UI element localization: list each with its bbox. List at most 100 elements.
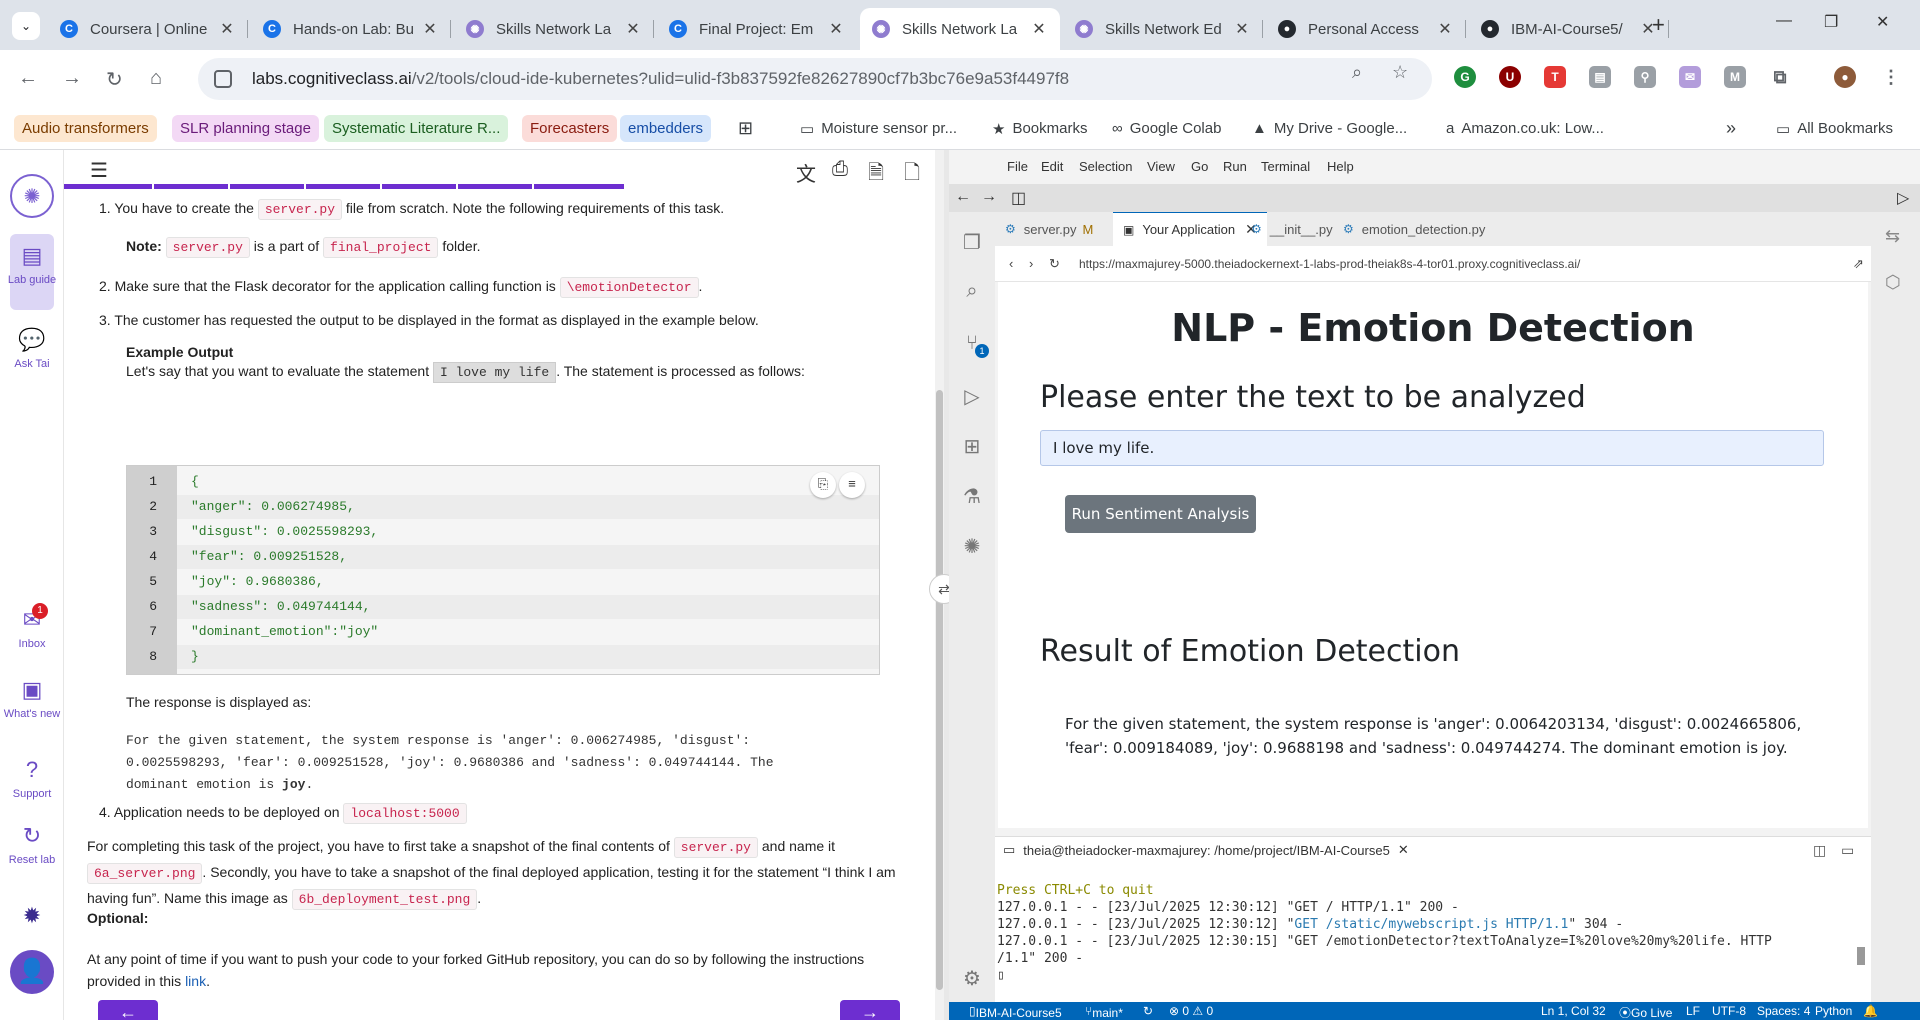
- more-bookmarks-icon[interactable]: »: [1718, 115, 1744, 142]
- ask-tai-button[interactable]: 💬 Ask Tai: [0, 326, 64, 371]
- preview-reload-icon[interactable]: ↻: [1049, 256, 1060, 272]
- translate-icon[interactable]: 文: [796, 158, 816, 187]
- scroll-thumb[interactable]: [936, 390, 943, 990]
- extension-icon[interactable]: M: [1724, 66, 1746, 88]
- terminal-tab[interactable]: ▭ theia@theiadocker-maxmajurey: /home/pr…: [995, 837, 1409, 863]
- indent-status[interactable]: Spaces: 4: [1757, 1004, 1810, 1018]
- grammarly-extension-icon[interactable]: G: [1454, 66, 1476, 88]
- terminal-output[interactable]: Press CTRL+C to quit 127.0.0.1 - - [23/J…: [995, 865, 1871, 984]
- extensions-puzzle-icon[interactable]: ⧉: [1769, 66, 1791, 88]
- eol-status[interactable]: LF: [1686, 1004, 1700, 1018]
- bookmark[interactable]: ★ Bookmarks: [984, 115, 1095, 142]
- browser-tab[interactable]: ✺ Skills Network Ed ✕: [1063, 8, 1263, 50]
- close-terminal-icon[interactable]: ✕: [1398, 842, 1409, 858]
- split-terminal-icon[interactable]: ◫: [1813, 842, 1826, 859]
- next-page-button[interactable]: →: [840, 1000, 900, 1020]
- settings-gear-icon[interactable]: ⚙: [959, 966, 985, 991]
- notifications-icon[interactable]: 🔔: [1863, 1004, 1878, 1018]
- browser-tab[interactable]: ✺ Skills Network La ✕: [860, 8, 1060, 50]
- close-tab-icon[interactable]: ✕: [421, 19, 439, 39]
- bookmark-group[interactable]: SLR planning stage: [172, 115, 319, 142]
- tab-emotion-detection-py[interactable]: ⚙ emotion_detection.py: [1333, 212, 1495, 246]
- home-icon[interactable]: ⌂: [150, 67, 162, 90]
- forward-icon[interactable]: →: [981, 188, 997, 206]
- menu-file[interactable]: File: [1007, 159, 1028, 174]
- print-icon[interactable]: ⎙: [832, 158, 848, 181]
- search-icon[interactable]: ⌕: [959, 280, 985, 303]
- maximize-panel-icon[interactable]: ▭: [1841, 842, 1854, 859]
- site-info-icon[interactable]: [214, 70, 232, 88]
- tab-server-py[interactable]: ⚙ server.py M: [995, 212, 1103, 246]
- menu-edit[interactable]: Edit: [1041, 159, 1063, 174]
- branch-status[interactable]: ⑂ main*: [1085, 1004, 1123, 1020]
- bookmark[interactable]: ▭ Moisture sensor pr...: [792, 115, 965, 142]
- cursor-position[interactable]: Ln 1, Col 32: [1541, 1004, 1606, 1018]
- user-avatar[interactable]: 👤: [10, 950, 54, 994]
- profile-avatar[interactable]: ●: [1834, 66, 1856, 88]
- lab-guide-button[interactable]: ▤ Lab guide: [0, 242, 64, 287]
- browser-tab[interactable]: C Final Project: Em ✕: [657, 8, 857, 50]
- open-external-icon[interactable]: ⇗: [1853, 256, 1864, 272]
- add-file-icon[interactable]: 🗎: [868, 158, 884, 192]
- back-icon[interactable]: ←: [955, 188, 971, 206]
- whats-new-button[interactable]: ▣ What's new: [0, 676, 64, 721]
- preview-back-icon[interactable]: ‹: [1009, 256, 1013, 271]
- toggle-sidebar-icon[interactable]: ◫: [1011, 188, 1026, 208]
- close-tab-icon[interactable]: ✕: [1233, 19, 1251, 39]
- browser-tab[interactable]: ✺ Skills Network La ✕: [454, 8, 654, 50]
- forward-icon[interactable]: →: [62, 67, 82, 90]
- close-window-icon[interactable]: ✕: [1876, 12, 1889, 32]
- bookmark-star-icon[interactable]: ☆: [1392, 62, 1408, 83]
- previous-page-button[interactable]: ←: [98, 1000, 158, 1020]
- close-tab-icon[interactable]: ✕: [1436, 19, 1454, 39]
- bookmark-group[interactable]: embedders: [620, 115, 712, 142]
- toggle-panel-icon[interactable]: ▷: [1897, 188, 1909, 208]
- text-to-analyze-input[interactable]: I love my life.: [1040, 430, 1824, 466]
- preview-url[interactable]: https://maxmajurey-5000.theiadockernext-…: [1079, 257, 1580, 271]
- outline-icon[interactable]: ⇆: [1885, 226, 1900, 247]
- run-sentiment-analysis-button[interactable]: Run Sentiment Analysis: [1065, 495, 1256, 533]
- preview-forward-icon[interactable]: ›: [1029, 256, 1033, 271]
- hex-icon[interactable]: ⬡: [1885, 272, 1901, 293]
- explorer-icon[interactable]: ❐: [959, 230, 985, 255]
- bookmark[interactable]: ∞ Google Colab: [1104, 115, 1229, 142]
- bookmark-group[interactable]: Audio transformers: [14, 115, 157, 142]
- close-tab-icon[interactable]: ✕: [624, 19, 642, 39]
- close-tab-icon[interactable]: ✕: [827, 19, 845, 39]
- copy-code-icon[interactable]: ⎘: [810, 472, 836, 498]
- menu-view[interactable]: View: [1147, 159, 1175, 174]
- ublock-extension-icon[interactable]: U: [1499, 66, 1521, 88]
- browser-menu-icon[interactable]: ⋮: [1880, 66, 1902, 88]
- all-bookmarks[interactable]: ▭ All Bookmarks: [1768, 115, 1901, 142]
- menu-terminal[interactable]: Terminal: [1261, 159, 1310, 174]
- extension-icon[interactable]: ✉: [1679, 66, 1701, 88]
- menu-run[interactable]: Run: [1223, 159, 1247, 174]
- tab-search-icon[interactable]: ⌄: [12, 12, 40, 40]
- document-extension-icon[interactable]: ▤: [1589, 66, 1611, 88]
- browser-tab[interactable]: ● IBM-AI-Course5/✕: [1469, 8, 1669, 50]
- file-icon[interactable]: 🗋: [904, 158, 920, 192]
- theme-toggle-button[interactable]: ✹: [0, 902, 64, 933]
- terminal-scrollbar[interactable]: [1857, 947, 1865, 965]
- browser-tab[interactable]: ● Personal Access ✕: [1266, 8, 1466, 50]
- support-button[interactable]: ? Support: [0, 756, 64, 801]
- reset-lab-button[interactable]: ↻ Reset lab: [0, 822, 64, 867]
- bookmark-group[interactable]: Systematic Literature R...: [324, 115, 509, 142]
- testing-icon[interactable]: ⚗: [959, 484, 985, 509]
- close-tab-icon[interactable]: ✕: [1030, 19, 1048, 39]
- url-bar[interactable]: labs.cognitiveclass.ai/v2/tools/cloud-id…: [198, 58, 1432, 100]
- close-tab-icon[interactable]: ✕: [218, 19, 236, 39]
- language-status[interactable]: Python: [1815, 1004, 1852, 1018]
- sync-icon[interactable]: ↻: [1143, 1004, 1153, 1018]
- tp-extension-icon[interactable]: T: [1544, 66, 1566, 88]
- repo-status[interactable]: ▯ IBM-AI-Course5: [969, 1004, 1062, 1020]
- extensions-icon[interactable]: ⊞: [959, 434, 985, 459]
- go-live-status[interactable]: ⦿ Go Live: [1619, 1004, 1672, 1020]
- zoom-icon[interactable]: ⌕: [1352, 62, 1362, 83]
- bookmark-group[interactable]: Forecasters: [522, 115, 618, 142]
- bookmark[interactable]: ▲ My Drive - Google...: [1244, 115, 1415, 142]
- github-instructions-link[interactable]: link: [185, 973, 206, 989]
- restore-icon[interactable]: ❐: [1824, 12, 1838, 32]
- browser-tab[interactable]: C Coursera | Online ✕: [48, 8, 248, 50]
- skills-network-icon[interactable]: ✺: [959, 534, 985, 559]
